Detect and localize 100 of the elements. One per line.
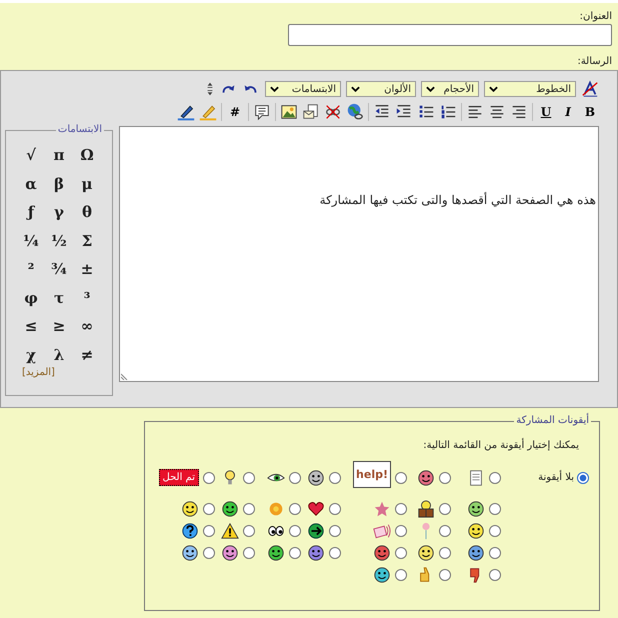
size-select[interactable]: الأحجام	[421, 81, 479, 97]
color-select[interactable]: الألوان	[346, 81, 416, 97]
chevron-down-icon[interactable]	[351, 86, 360, 92]
post-icons-legend: أيقونات المشاركة	[514, 415, 591, 426]
radio-button[interactable]	[395, 525, 407, 537]
symbol-item[interactable]: γ	[45, 198, 73, 226]
radio-button[interactable]	[329, 525, 341, 537]
radio-button[interactable]	[577, 472, 589, 484]
radio-button[interactable]	[203, 547, 215, 559]
radio-button[interactable]	[243, 525, 255, 537]
message-field[interactable]: هذه هي الصفحة التي أقصدها والتى تكتب فيها المشاركة	[119, 126, 599, 382]
radio-button[interactable]	[395, 569, 407, 581]
symbol-item[interactable]: ²	[17, 255, 45, 284]
symbol-item[interactable]: ¼	[17, 226, 45, 255]
symbol-item[interactable]: ∞	[73, 312, 101, 340]
radio-button[interactable]	[203, 503, 215, 515]
symbol-item[interactable]: ≥	[45, 312, 73, 340]
align-left-icon[interactable]	[466, 103, 484, 121]
radio-button[interactable]	[439, 569, 451, 581]
symbol-item[interactable]: √	[17, 141, 45, 170]
radio-button[interactable]	[243, 547, 255, 559]
symbol-item[interactable]: Σ	[73, 226, 101, 255]
smiley-icon	[181, 500, 199, 518]
flower-icon	[267, 500, 285, 518]
symbol-item[interactable]: ≠	[73, 340, 101, 369]
radio-button[interactable]	[289, 472, 301, 484]
radio-button[interactable]	[489, 525, 501, 537]
image-icon[interactable]	[280, 103, 298, 121]
smiley-icon	[373, 544, 391, 562]
chevron-down-icon[interactable]	[270, 86, 279, 92]
radio-button[interactable]	[203, 525, 215, 537]
chevron-down-icon[interactable]	[489, 86, 498, 92]
symbol-item[interactable]: μ	[73, 170, 101, 198]
numbered-list-icon[interactable]	[439, 103, 457, 121]
smiley-icon	[417, 468, 435, 486]
no-icon-label: بلا أيقونة	[538, 472, 574, 483]
symbol-item[interactable]: β	[45, 170, 73, 198]
radio-button[interactable]	[329, 547, 341, 559]
chevron-down-icon[interactable]	[426, 86, 435, 92]
resize-grip-icon[interactable]	[121, 372, 129, 380]
remove-format-icon[interactable]	[581, 80, 599, 98]
radio-button[interactable]	[489, 569, 501, 581]
radio-button[interactable]	[329, 472, 341, 484]
hash-button[interactable]: #	[226, 103, 244, 121]
symbol-item[interactable]: Ω	[73, 141, 101, 170]
symbol-item[interactable]: θ	[73, 198, 101, 226]
symbol-item[interactable]: α	[17, 170, 45, 198]
star-icon	[373, 500, 391, 518]
radio-button[interactable]	[439, 472, 451, 484]
radio-button[interactable]	[395, 472, 407, 484]
radio-button[interactable]	[489, 472, 501, 484]
radio-button[interactable]	[395, 547, 407, 559]
symbol-item[interactable]: ƒ	[17, 198, 45, 226]
symbol-item[interactable]: ½	[45, 226, 73, 255]
smiley-icon	[467, 522, 485, 540]
symbols-legend: الابتسامات	[56, 124, 104, 135]
radio-button[interactable]	[489, 547, 501, 559]
radio-button[interactable]	[439, 503, 451, 515]
status-badge: تم الحل	[158, 469, 199, 486]
symbol-item[interactable]: ≤	[17, 312, 45, 340]
radio-button[interactable]	[203, 472, 215, 484]
smilies-select[interactable]: الابتسامات	[265, 81, 341, 97]
radio-button[interactable]	[439, 525, 451, 537]
radio-button[interactable]	[439, 547, 451, 559]
symbol-item[interactable]: ³	[73, 284, 101, 312]
radio-button[interactable]	[243, 503, 255, 515]
symbol-item[interactable]: ±	[73, 255, 101, 284]
radio-button[interactable]	[329, 503, 341, 515]
smiley-icon	[221, 500, 239, 518]
radio-button[interactable]	[289, 547, 301, 559]
symbol-item[interactable]: φ	[17, 284, 45, 312]
question-icon	[181, 522, 199, 540]
pen-icon[interactable]	[177, 103, 195, 121]
symbol-item[interactable]: τ	[45, 284, 73, 312]
resize-arrows-icon[interactable]	[206, 80, 214, 98]
smiley-icon	[467, 544, 485, 562]
post-icons-hint: يمكنك إختيار أيقونة من القائمة التالية:	[422, 440, 579, 451]
symbol-item[interactable]: π	[45, 141, 73, 170]
subject-field[interactable]	[288, 24, 612, 46]
message-label: الرسالة:	[577, 56, 612, 67]
smiley-icon	[467, 500, 485, 518]
align-center-icon[interactable]	[488, 103, 506, 121]
italic-button[interactable]: I	[559, 103, 577, 121]
link-icon[interactable]	[346, 103, 364, 121]
bold-button[interactable]: B	[581, 103, 599, 121]
quote-icon[interactable]	[253, 103, 271, 121]
align-right-icon[interactable]	[510, 103, 528, 121]
radio-button[interactable]	[395, 503, 407, 515]
book-icon	[417, 500, 435, 518]
underline-button[interactable]: U	[537, 103, 555, 121]
help-sign: help!	[353, 461, 391, 488]
symbol-item[interactable]: ¾	[45, 255, 73, 284]
radio-button[interactable]	[489, 503, 501, 515]
font-select[interactable]: الخطوط	[484, 81, 576, 97]
radio-button[interactable]	[289, 503, 301, 515]
email-icon[interactable]	[302, 103, 320, 121]
unlink-icon[interactable]	[324, 103, 342, 121]
radio-button[interactable]	[289, 525, 301, 537]
more-link[interactable]: [المزيد]	[12, 367, 106, 378]
radio-button[interactable]	[243, 472, 255, 484]
